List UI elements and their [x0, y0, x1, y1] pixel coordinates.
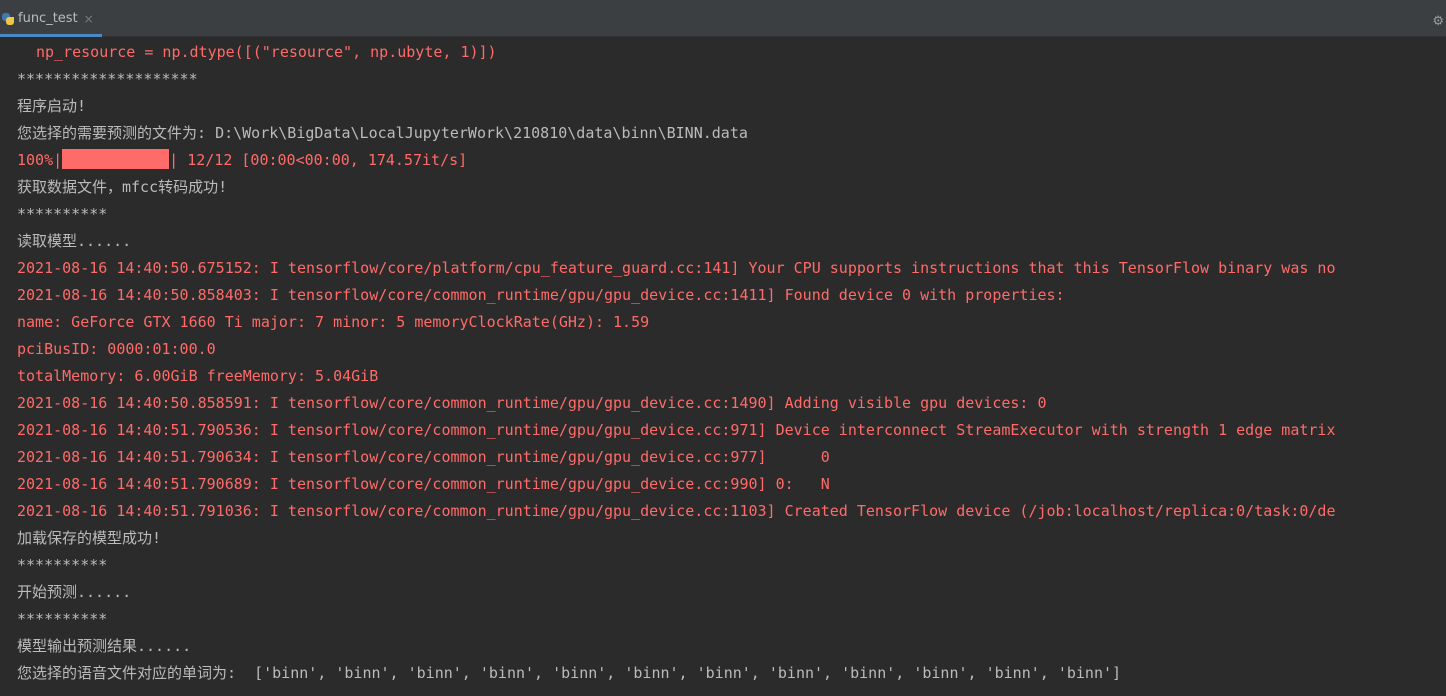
- console-line: 开始预测......: [17, 583, 132, 601]
- console-line: 加载保存的模型成功!: [17, 529, 162, 547]
- console-line: 2021-08-16 14:40:50.858591: I tensorflow…: [17, 394, 1047, 412]
- console-line: 读取模型......: [17, 232, 132, 250]
- console-line: 获取数据文件，mfcc转码成功!: [17, 178, 228, 196]
- console-line: 2021-08-16 14:40:51.790536: I tensorflow…: [17, 421, 1336, 439]
- tab-label: func_test: [18, 11, 78, 26]
- console-line: **********: [17, 610, 108, 628]
- console-line: 程序启动!: [17, 97, 87, 115]
- console-line: ********************: [17, 70, 198, 88]
- console-line: 模型输出预测结果......: [17, 637, 192, 655]
- console-line: np_resource = np.dtype([("resource", np.…: [36, 43, 497, 61]
- console-line: pciBusID: 0000:01:00.0: [17, 340, 216, 358]
- python-file-icon: [2, 13, 14, 25]
- progress-bar-fill: [62, 148, 170, 169]
- console-line: 2021-08-16 14:40:51.790634: I tensorflow…: [17, 448, 830, 466]
- console-line: 2021-08-16 14:40:51.790689: I tensorflow…: [17, 475, 830, 493]
- console-line: name: GeForce GTX 1660 Ti major: 7 minor…: [17, 313, 650, 331]
- console-line: 您选择的语音文件对应的单词为: ['binn', 'binn', 'binn',…: [17, 664, 1122, 682]
- console-line: **********: [17, 205, 108, 223]
- console-line: totalMemory: 6.00GiB freeMemory: 5.04GiB: [17, 367, 379, 385]
- progress-prefix: 100%|: [17, 151, 63, 169]
- progress-line: 100%| | 12/12 [00:00<00:00, 174.57it/s]: [17, 147, 467, 174]
- gear-icon[interactable]: ⚙: [1432, 14, 1444, 30]
- editor-tab-bar: func_test × ⚙: [0, 0, 1446, 37]
- tab-func-test[interactable]: func_test ×: [0, 10, 102, 37]
- run-console-output[interactable]: np_resource = np.dtype([("resource", np.…: [0, 38, 1446, 696]
- console-line: 您选择的需要预测的文件为: D:\Work\BigData\LocalJupyt…: [17, 124, 748, 142]
- progress-suffix: | 12/12 [00:00<00:00, 174.57it/s]: [169, 151, 468, 169]
- console-line: **********: [17, 556, 108, 574]
- console-line: 2021-08-16 14:40:50.675152: I tensorflow…: [17, 259, 1336, 277]
- console-line: 2021-08-16 14:40:51.791036: I tensorflow…: [17, 502, 1336, 520]
- close-icon[interactable]: ×: [84, 10, 94, 28]
- console-line: 2021-08-16 14:40:50.858403: I tensorflow…: [17, 286, 1065, 304]
